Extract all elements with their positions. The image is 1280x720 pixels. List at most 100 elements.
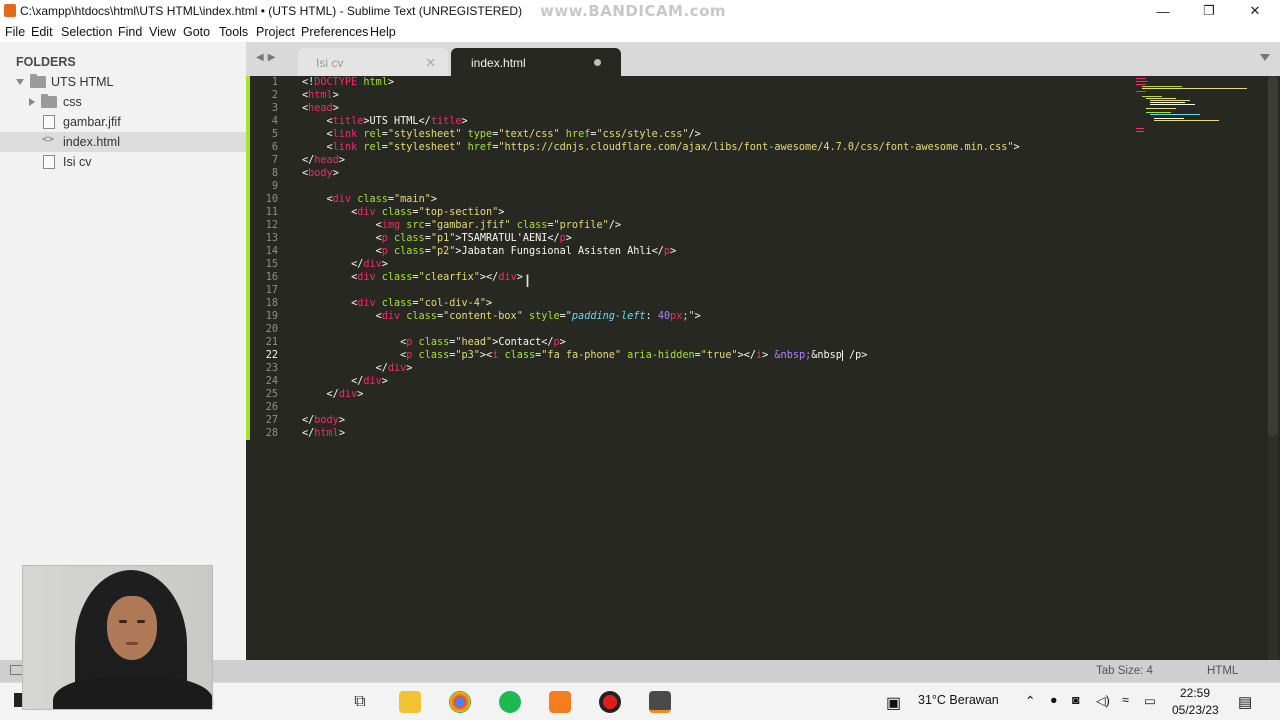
file-explorer-icon[interactable] bbox=[399, 691, 421, 713]
tray-chevron-up-icon[interactable]: ⌃ bbox=[1025, 693, 1035, 708]
line-number: 10 bbox=[265, 194, 278, 205]
maximize-icon: ❐ bbox=[1203, 3, 1215, 18]
code-line-4: <title>UTS HTML</title> bbox=[302, 116, 468, 127]
line-number: 2 bbox=[271, 90, 278, 101]
minimize-button[interactable]: — bbox=[1140, 0, 1186, 22]
sidebar-item-uts-html[interactable]: UTS HTML bbox=[0, 72, 246, 92]
chrome-icon[interactable] bbox=[449, 691, 471, 713]
line-number: 22 bbox=[265, 350, 278, 361]
tab-size-indicator[interactable]: Tab Size: 4 bbox=[1096, 665, 1153, 677]
webcam-person-body bbox=[53, 676, 212, 709]
sublime-text-taskbar-icon[interactable] bbox=[649, 691, 671, 713]
menu-find[interactable]: Find bbox=[118, 25, 142, 39]
spotify-icon[interactable] bbox=[499, 691, 521, 713]
sidebar-item-index-html[interactable]: <> index.html bbox=[0, 132, 246, 152]
wifi-icon[interactable]: ≈ bbox=[1122, 693, 1129, 707]
line-number: 14 bbox=[265, 246, 278, 257]
volume-icon[interactable]: ◁) bbox=[1096, 693, 1110, 708]
weather-icon[interactable]: ▣ bbox=[886, 693, 901, 713]
close-button[interactable]: ✕ bbox=[1232, 0, 1278, 22]
sidebar-item-gambar[interactable]: gambar.jfif bbox=[0, 112, 246, 132]
code-line-11: <div class="top-section"> bbox=[302, 207, 505, 218]
line-number: 20 bbox=[265, 324, 278, 335]
menu-selection[interactable]: Selection bbox=[61, 25, 112, 39]
sidebar-item-label: css bbox=[63, 95, 82, 109]
tab-close-icon[interactable]: ✕ bbox=[425, 55, 436, 71]
menu-preferences[interactable]: Preferences bbox=[301, 25, 368, 39]
bandicam-watermark: www.BANDICAM.com bbox=[540, 2, 727, 20]
line-number: 9 bbox=[271, 181, 278, 192]
code-line-14: <p class="p2">Jabatan Fungsional Asisten… bbox=[302, 246, 677, 257]
tab-index-html[interactable]: index.html bbox=[451, 48, 621, 76]
xampp-icon[interactable] bbox=[549, 691, 571, 713]
code-line-25: </div> bbox=[302, 389, 364, 400]
bandicam-record-icon[interactable] bbox=[599, 691, 621, 713]
code-line-22: <p class="p3"><i class="fa fa-phone" ari… bbox=[302, 349, 868, 361]
webcam-mouth bbox=[126, 642, 138, 645]
unsaved-dot-icon[interactable] bbox=[594, 59, 601, 66]
menu-file[interactable]: File bbox=[5, 25, 25, 39]
line-number: 27 bbox=[265, 415, 278, 426]
code-line-16: <div class="clearfix"></div> bbox=[302, 272, 523, 283]
menu-goto[interactable]: Goto bbox=[183, 25, 210, 39]
file-icon bbox=[43, 155, 55, 169]
webcam-person-face bbox=[107, 596, 157, 660]
menu-project[interactable]: Project bbox=[256, 25, 295, 39]
scrollbar-thumb[interactable] bbox=[1268, 76, 1278, 436]
tab-label: Isi cv bbox=[316, 56, 344, 70]
tab-menu-chevron-icon[interactable] bbox=[1260, 54, 1270, 61]
code-file-icon: <> bbox=[42, 134, 55, 145]
maximize-button[interactable]: ❐ bbox=[1186, 0, 1232, 22]
code-line-23: </div> bbox=[302, 363, 413, 374]
line-number: 26 bbox=[265, 402, 278, 413]
code-line-8: <body> bbox=[302, 168, 339, 179]
code-line-1: <!DOCTYPE html> bbox=[302, 77, 395, 88]
task-view-icon[interactable]: ⧉ bbox=[349, 691, 371, 713]
line-number: 23 bbox=[265, 363, 278, 374]
battery-icon[interactable]: ▭ bbox=[1144, 693, 1156, 708]
code-line-6: <link rel="stylesheet" href="https://cdn… bbox=[302, 142, 1020, 153]
line-number: 11 bbox=[265, 207, 278, 218]
notification-icon[interactable]: ▤ bbox=[1238, 693, 1252, 711]
line-number: 28 bbox=[265, 428, 278, 439]
sidebar-item-label: index.html bbox=[63, 135, 120, 149]
code-line-7: </head> bbox=[302, 155, 345, 166]
line-number: 16 bbox=[265, 272, 278, 283]
code-line-21: <p class="head">Contact</p> bbox=[302, 337, 566, 348]
sidebar-item-label: UTS HTML bbox=[51, 75, 114, 89]
minimap[interactable] bbox=[1134, 76, 1264, 136]
window-title: C:\xampp\htdocs\html\UTS HTML\index.html… bbox=[20, 4, 523, 18]
code-line-19: <div class="content-box" style="padding-… bbox=[302, 311, 701, 322]
line-number: 12 bbox=[265, 220, 278, 231]
weather-text[interactable]: 31°C Berawan bbox=[918, 693, 999, 707]
code-line-15: </div> bbox=[302, 259, 388, 270]
sidebar-item-css[interactable]: css bbox=[0, 92, 246, 112]
vertical-scrollbar[interactable] bbox=[1268, 76, 1278, 660]
syntax-indicator[interactable]: HTML bbox=[1207, 665, 1238, 677]
menu-help[interactable]: Help bbox=[370, 25, 396, 39]
line-number: 3 bbox=[271, 103, 278, 114]
clock-time[interactable]: 22:59 bbox=[1180, 686, 1210, 700]
sidebar-item-isi-cv[interactable]: Isi cv bbox=[0, 152, 246, 172]
menu-tools[interactable]: Tools bbox=[219, 25, 248, 39]
line-number: 18 bbox=[265, 298, 278, 309]
line-number: 1 bbox=[271, 77, 278, 88]
menu-view[interactable]: View bbox=[149, 25, 176, 39]
microphone-icon[interactable]: ● bbox=[1050, 693, 1058, 707]
sidebar-item-label: gambar.jfif bbox=[63, 115, 121, 129]
code-editor[interactable]: 1 2 3 4 5 6 7 8 9 10 11 12 13 14 15 16 17 18 19 20 21 22 23 24 2… bbox=[246, 76, 1280, 660]
line-number: 4 bbox=[271, 116, 278, 127]
tab-nav-arrows-icon[interactable]: ◀▶ bbox=[256, 52, 279, 63]
line-number: 13 bbox=[265, 233, 278, 244]
chevron-right-icon[interactable] bbox=[29, 98, 35, 106]
file-icon bbox=[43, 115, 55, 129]
menu-edit[interactable]: Edit bbox=[31, 25, 53, 39]
code-line-27: </body> bbox=[302, 415, 345, 426]
line-number: 17 bbox=[265, 285, 278, 296]
window-titlebar: C:\xampp\htdocs\html\UTS HTML\index.html… bbox=[0, 0, 1280, 22]
code-line-10: <div class="main"> bbox=[302, 194, 437, 205]
clock-date[interactable]: 05/23/23 bbox=[1172, 703, 1219, 717]
tab-isi-cv[interactable]: Isi cv ✕ bbox=[298, 48, 448, 76]
chevron-down-icon[interactable] bbox=[16, 79, 24, 85]
camera-icon[interactable]: ◙ bbox=[1072, 693, 1080, 707]
